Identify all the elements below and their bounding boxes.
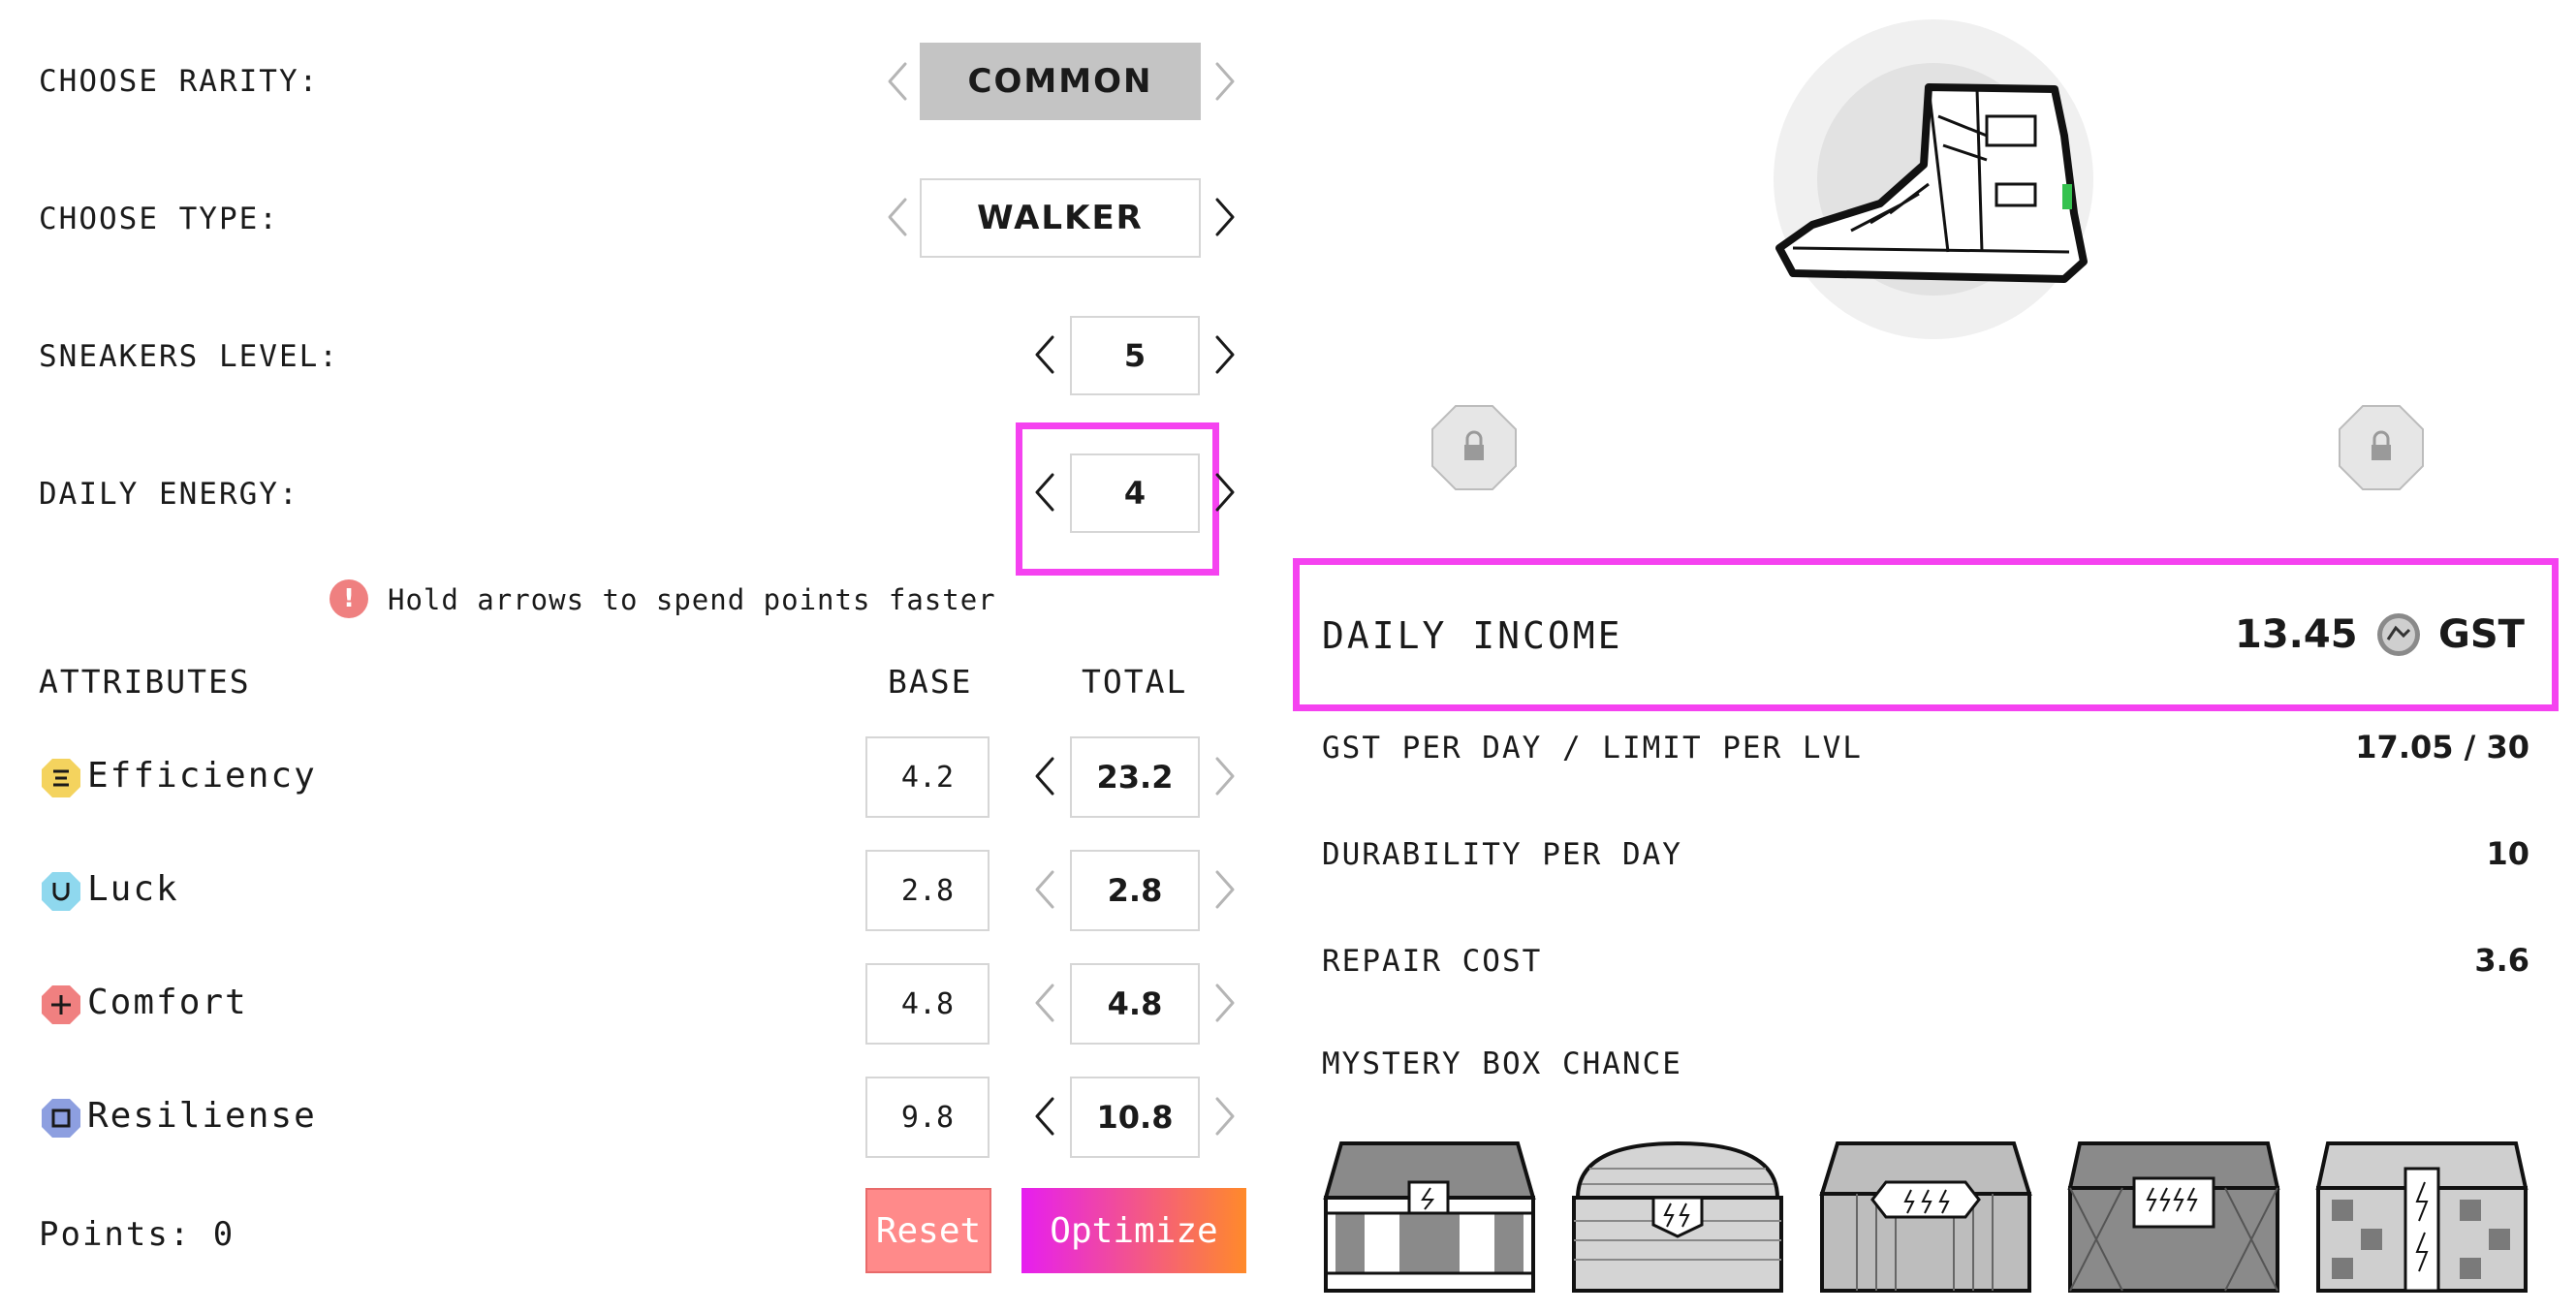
- daily-income-unit: GST: [2438, 612, 2525, 657]
- stat-label-repair-cost: REPAIR COST: [1322, 944, 1543, 979]
- comfort-increase-button[interactable]: [1204, 972, 1246, 1034]
- stat-value-durability: 10: [2486, 835, 2529, 872]
- optimize-button[interactable]: Optimize: [1021, 1188, 1246, 1273]
- chevron-right-icon: [1215, 62, 1235, 101]
- lock-icon: [1430, 404, 1518, 491]
- level-value: 5: [1070, 316, 1200, 395]
- mystery-box-level-5: [2314, 1140, 2529, 1295]
- efficiency-decrease-button[interactable]: [1023, 745, 1066, 807]
- type-next-button[interactable]: [1204, 186, 1246, 248]
- attributes-heading: ATTRIBUTES: [39, 663, 251, 701]
- chevron-left-icon: [1035, 984, 1054, 1022]
- rarity-next-button[interactable]: [1204, 50, 1246, 112]
- attribute-name-comfort: Comfort: [87, 983, 248, 1022]
- type-value: WALKER: [920, 178, 1201, 258]
- attribute-name-efficiency: Efficiency: [87, 756, 317, 796]
- chevron-right-icon: [1215, 757, 1235, 796]
- comfort-decrease-button[interactable]: [1023, 972, 1066, 1034]
- chevron-right-icon: [1215, 984, 1235, 1022]
- reset-button[interactable]: Reset: [865, 1188, 991, 1273]
- rarity-prev-button[interactable]: [876, 50, 919, 112]
- resilience-icon: [41, 1098, 81, 1139]
- efficiency-total-value: 23.2: [1070, 736, 1200, 818]
- stat-label-gst-per-day: GST PER DAY / LIMIT PER LVL: [1322, 731, 1863, 765]
- level-label: SNEAKERS LEVEL:: [39, 339, 339, 374]
- efficiency-base-value: 4.2: [865, 736, 990, 818]
- chevron-right-icon: [1215, 335, 1235, 374]
- mystery-box-level-4: [2066, 1140, 2281, 1295]
- points-counter: Points: 0: [39, 1215, 236, 1254]
- exclamation-icon: !: [330, 579, 368, 618]
- total-heading: TOTAL: [1082, 663, 1188, 701]
- lock-icon: [2338, 404, 2425, 491]
- energy-increase-button[interactable]: [1204, 461, 1246, 523]
- resilience-increase-button[interactable]: [1204, 1085, 1246, 1147]
- luck-decrease-button[interactable]: [1023, 859, 1066, 921]
- energy-value: 4: [1070, 453, 1200, 533]
- chevron-left-icon: [1035, 335, 1054, 374]
- stat-value-repair-cost: 3.6: [2474, 942, 2529, 979]
- chevron-left-icon: [888, 198, 907, 236]
- chevron-left-icon: [888, 62, 907, 101]
- energy-decrease-button[interactable]: [1023, 461, 1066, 523]
- rarity-label: CHOOSE RARITY:: [39, 64, 320, 99]
- energy-label: DAILY ENERGY:: [39, 477, 299, 512]
- chevron-right-icon: [1215, 198, 1235, 236]
- daily-income-label: DAILY INCOME: [1322, 614, 1623, 657]
- luck-total-value: 2.8: [1070, 850, 1200, 931]
- resilience-base-value: 9.8: [865, 1077, 990, 1158]
- level-decrease-button[interactable]: [1023, 324, 1066, 386]
- comfort-total-value: 4.8: [1070, 963, 1200, 1045]
- mystery-box-level-3: [1818, 1140, 2033, 1295]
- efficiency-icon: [41, 758, 81, 798]
- type-prev-button[interactable]: [876, 186, 919, 248]
- stat-label-durability: DURABILITY PER DAY: [1322, 837, 1682, 872]
- mystery-box-level-1: [1322, 1140, 1537, 1295]
- rarity-value: COMMON: [920, 43, 1201, 120]
- mystery-box-level-2: [1570, 1140, 1785, 1295]
- stat-value-gst-per-day: 17.05 / 30: [2355, 729, 2529, 765]
- level-increase-button[interactable]: [1204, 324, 1246, 386]
- base-heading: BASE: [888, 663, 973, 701]
- chevron-left-icon: [1035, 1097, 1054, 1136]
- comfort-base-value: 4.8: [865, 963, 990, 1045]
- gst-coin-icon: [2376, 612, 2421, 657]
- resilience-decrease-button[interactable]: [1023, 1085, 1066, 1147]
- hint-text: Hold arrows to spend points faster: [388, 583, 996, 616]
- efficiency-increase-button[interactable]: [1204, 745, 1246, 807]
- resilience-total-value: 10.8: [1070, 1077, 1200, 1158]
- chevron-right-icon: [1215, 473, 1235, 512]
- chevron-left-icon: [1035, 757, 1054, 796]
- mystery-box-label: MYSTERY BOX CHANCE: [1322, 1046, 1682, 1081]
- chevron-right-icon: [1215, 1097, 1235, 1136]
- chevron-right-icon: [1215, 870, 1235, 909]
- chevron-left-icon: [1035, 870, 1054, 909]
- type-label: CHOOSE TYPE:: [39, 202, 279, 236]
- attribute-name-luck: Luck: [87, 869, 179, 909]
- luck-base-value: 2.8: [865, 850, 990, 931]
- daily-income-value: 13.45: [2235, 612, 2358, 657]
- luck-icon: [41, 871, 81, 912]
- comfort-icon: [41, 984, 81, 1025]
- sneaker-image: [1754, 19, 2113, 349]
- attribute-name-resilience: Resiliense: [87, 1096, 317, 1136]
- luck-increase-button[interactable]: [1204, 859, 1246, 921]
- chevron-left-icon: [1035, 473, 1054, 512]
